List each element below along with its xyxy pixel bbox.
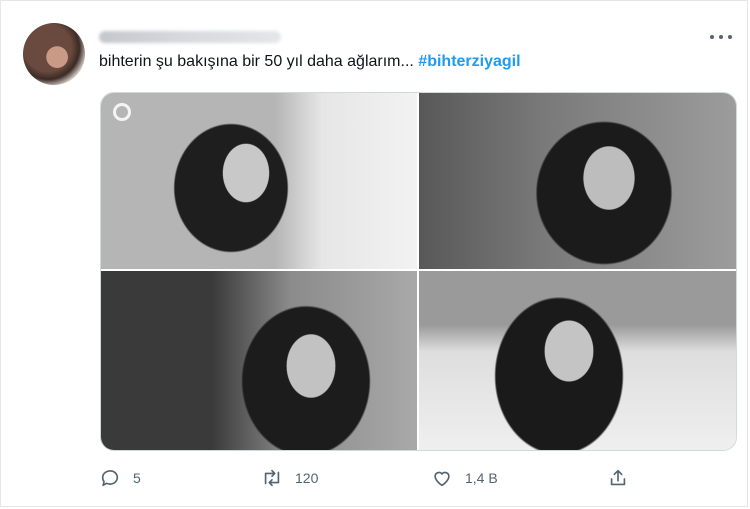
reply-icon (101, 470, 119, 487)
reply-count: 5 (133, 470, 141, 486)
share-icon (610, 469, 626, 486)
action-bar: 5 120 1,4 B (99, 463, 739, 493)
retweet-count: 120 (295, 470, 319, 486)
retweet-button[interactable]: 120 (261, 463, 318, 493)
reply-button[interactable]: 5 (99, 463, 141, 493)
like-count: 1,4 B (465, 470, 498, 486)
retweet-icon (264, 469, 280, 487)
more-dot (710, 35, 714, 39)
more-dot (728, 35, 732, 39)
tweet-card: bihterin şu bakışına bir 50 yıl daha ağl… (0, 0, 748, 507)
media-image[interactable] (101, 93, 417, 269)
share-button[interactable] (607, 463, 641, 493)
channel-logo (113, 103, 131, 121)
author-name-blurred[interactable] (99, 31, 281, 43)
tweet-body: bihterin şu bakışına bir 50 yıl daha ağl… (99, 53, 414, 70)
media-grid (100, 92, 737, 451)
more-dot (719, 35, 723, 39)
like-button[interactable]: 1,4 B (431, 463, 498, 493)
media-image[interactable] (419, 271, 736, 450)
avatar[interactable] (23, 23, 85, 85)
more-icon[interactable] (710, 27, 732, 47)
hashtag-link[interactable]: #bihterziyagil (418, 53, 520, 70)
media-image[interactable] (419, 93, 736, 269)
media-image[interactable] (101, 271, 417, 450)
tweet-text: bihterin şu bakışına bir 50 yıl daha ağl… (99, 52, 521, 72)
like-icon (434, 471, 450, 487)
